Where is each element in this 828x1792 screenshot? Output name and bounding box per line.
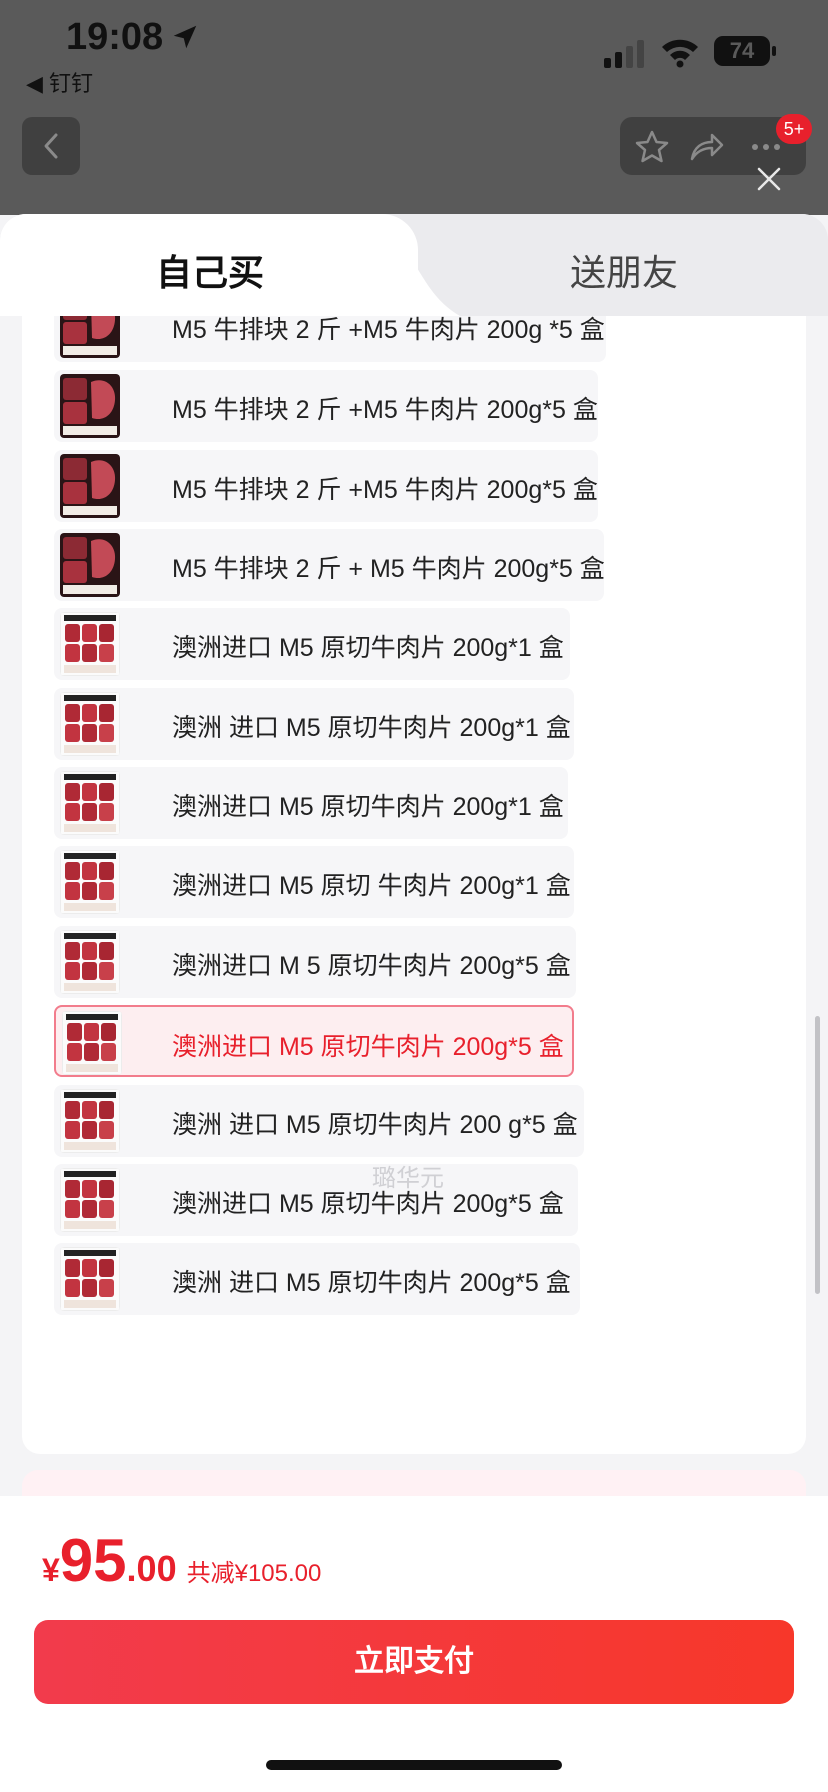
close-icon[interactable] bbox=[754, 164, 784, 194]
status-time: 19:08 bbox=[66, 16, 164, 58]
discount-text: 共减¥105.00 bbox=[186, 1560, 322, 1587]
tab-self-buy-label[interactable]: 自己买 bbox=[156, 244, 264, 296]
sku-option[interactable]: M5 牛排块 2 斤 + M5 牛肉片 200g*5 盒 bbox=[54, 529, 605, 601]
pay-now-button[interactable]: 立即支付 bbox=[34, 1620, 794, 1704]
beef-slice-product-thumbnail bbox=[62, 1011, 122, 1075]
price-integer: 95 bbox=[59, 1527, 127, 1594]
back-to-app-link[interactable]: ◀ 钉钉 bbox=[26, 66, 93, 98]
steak-product-thumbnail bbox=[60, 533, 120, 597]
cellular-signal-icon bbox=[604, 40, 644, 68]
beef-slice-product-thumbnail bbox=[60, 1089, 120, 1153]
beef-slice-product-thumbnail bbox=[60, 850, 120, 914]
sku-option[interactable]: M5 牛排块 2 斤 +M5 牛肉片 200g*5 盒 bbox=[54, 450, 598, 522]
sku-option-label: 澳洲 进口 M5 原切牛肉片 200 g*5 盒 bbox=[172, 1111, 578, 1139]
sku-option-label: 澳洲进口 M5 原切 牛肉片 200g*1 盒 bbox=[172, 872, 571, 900]
sku-option[interactable]: 澳洲 进口 M5 原切牛肉片 200g*1 盒 bbox=[54, 688, 574, 760]
battery-level: 74 bbox=[714, 36, 770, 66]
sku-option[interactable]: 澳洲进口 M 5 原切牛肉片 200g*5 盒 bbox=[54, 926, 576, 998]
tab-gift-friend[interactable]: 送朋友 bbox=[570, 244, 678, 296]
sku-option-label: 澳洲 进口 M5 原切牛肉片 200g*5 盒 bbox=[172, 1269, 571, 1297]
notification-badge: 5+ bbox=[776, 114, 812, 144]
steak-product-thumbnail bbox=[60, 374, 120, 438]
beef-slice-product-thumbnail bbox=[60, 692, 120, 756]
watermark: 璐华元 bbox=[372, 1165, 444, 1192]
sku-option[interactable]: 澳洲进口 M5 原切牛肉片 200g*5 盒 bbox=[54, 1164, 578, 1236]
sku-option-label: 澳洲进口 M5 原切牛肉片 200g*1 盒 bbox=[172, 634, 564, 662]
tab-curve bbox=[400, 254, 460, 316]
star-icon[interactable] bbox=[632, 127, 672, 167]
price-currency: ¥ bbox=[42, 1552, 60, 1588]
price-display: ¥95.00 共减¥105.00 bbox=[42, 1526, 321, 1595]
status-bar: 19:08 ◀ 钉钉 74 bbox=[0, 0, 828, 100]
battery-indicator: 74 bbox=[714, 36, 778, 68]
sku-option[interactable]: M5 牛排块 2 斤 +M5 牛肉片 200g *5 盒 bbox=[54, 316, 606, 362]
sku-option-label: M5 牛排块 2 斤 + M5 牛肉片 200g*5 盒 bbox=[172, 555, 605, 583]
sku-option-label: M5 牛排块 2 斤 +M5 牛肉片 200g*5 盒 bbox=[172, 476, 598, 504]
sku-option[interactable]: M5 牛排块 2 斤 +M5 牛肉片 200g*5 盒 bbox=[54, 370, 598, 442]
sku-option-label: 澳洲进口 M5 原切牛肉片 200g*1 盒 bbox=[172, 793, 564, 821]
checkout-bar: ¥95.00 共减¥105.00 立即支付 bbox=[0, 1496, 828, 1792]
sku-option-label: M5 牛排块 2 斤 +M5 牛肉片 200g *5 盒 bbox=[172, 316, 605, 344]
wifi-icon bbox=[662, 39, 698, 68]
sku-option[interactable]: 澳洲进口 M5 原切牛肉片 200g*1 盒 bbox=[54, 767, 568, 839]
sku-option[interactable]: 澳洲 进口 M5 原切牛肉片 200 g*5 盒 bbox=[54, 1085, 584, 1157]
beef-slice-product-thumbnail bbox=[60, 1168, 120, 1232]
chevron-left-icon bbox=[44, 133, 58, 159]
home-indicator bbox=[266, 1760, 562, 1770]
sku-option-label: M5 牛排块 2 斤 +M5 牛肉片 200g*5 盒 bbox=[172, 396, 598, 424]
nav-back-button[interactable] bbox=[22, 117, 80, 175]
steak-product-thumbnail bbox=[60, 316, 120, 358]
sku-options-list: M5 牛排块 2 斤 +M5 牛肉片 200g *5 盒 M5 牛排块 2 斤 +… bbox=[22, 316, 806, 1454]
sku-option-label: 澳洲进口 M5 原切牛肉片 200g*5 盒 bbox=[172, 1190, 564, 1218]
sku-option[interactable]: 澳洲进口 M5 原切 牛肉片 200g*1 盒 bbox=[54, 846, 574, 918]
sku-option-label: 澳洲 进口 M5 原切牛肉片 200g*1 盒 bbox=[172, 714, 571, 742]
steak-product-thumbnail bbox=[60, 454, 120, 518]
beef-slice-product-thumbnail bbox=[60, 1247, 120, 1311]
sku-option-selected[interactable]: 澳洲进口 M5 原切牛肉片 200g*5 盒 bbox=[54, 1005, 574, 1077]
beef-slice-product-thumbnail bbox=[60, 771, 120, 835]
location-arrow-icon bbox=[173, 25, 197, 49]
scrollbar[interactable] bbox=[815, 1016, 820, 1294]
sku-option[interactable]: 澳洲进口 M5 原切牛肉片 200g*1 盒 bbox=[54, 608, 570, 680]
sku-option[interactable]: 澳洲 进口 M5 原切牛肉片 200g*5 盒 bbox=[54, 1243, 580, 1315]
beef-slice-product-thumbnail bbox=[60, 612, 120, 676]
battery-cap bbox=[772, 46, 776, 56]
sku-option-label: 澳洲进口 M5 原切牛肉片 200g*5 盒 bbox=[172, 1033, 564, 1061]
price-decimal: .00 bbox=[126, 1548, 177, 1589]
sku-option-label: 澳洲进口 M 5 原切牛肉片 200g*5 盒 bbox=[172, 952, 571, 980]
beef-slice-product-thumbnail bbox=[60, 930, 120, 994]
purchase-tabs: 自己买 送朋友 bbox=[0, 214, 828, 316]
share-icon[interactable] bbox=[686, 127, 726, 167]
